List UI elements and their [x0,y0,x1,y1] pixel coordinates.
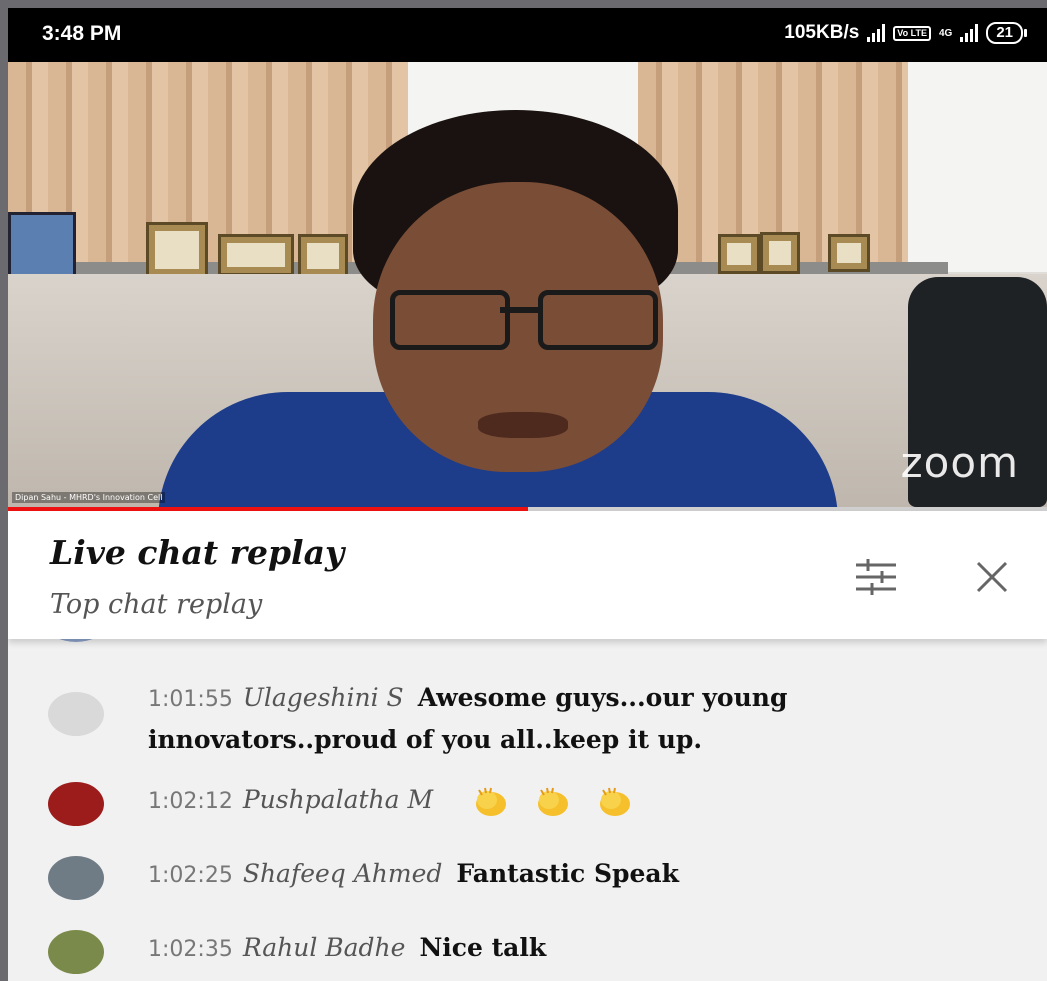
volte-icon: Vo LTE [893,25,931,41]
message-time: 1:02:35 [148,937,233,962]
glasses-bridge [500,307,538,313]
chat-messages[interactable]: 1:01:55 Ulageshini S Awesome guys...our yo… [8,610,1047,981]
award-frame-5 [760,232,800,274]
person-mouth [478,412,568,438]
glasses-left [390,290,510,350]
clapping-hands-icon [538,787,569,816]
network-speed: 105KB/s [784,22,860,43]
status-bar: 3:48 PM 105KB/s Vo LTE 4G 21 [8,8,1047,62]
clapping-hands-icon [447,785,633,816]
screen: 3:48 PM 105KB/s Vo LTE 4G 21 zoom Dipan … [8,8,1047,981]
avatar [48,782,104,826]
battery-icon: 21 [986,22,1027,44]
message-author: Rahul Badhe [242,933,406,962]
signal-icon [867,24,886,42]
message-text: Fantastic Speak [456,859,679,888]
chat-header: Live chat replay Top chat replay [8,511,1047,639]
photo-frame [8,212,76,280]
message-text: Nice talk [419,933,547,962]
close-icon[interactable] [968,555,1016,599]
message-time: 1:02:25 [148,863,233,888]
award-frame-1 [146,222,208,278]
video-player[interactable]: zoom Dipan Sahu - MHRD's Innovation Cell [8,62,1047,507]
message-time: 1:02:12 [148,789,233,814]
award-frame-6 [828,234,870,272]
message-author: Pushpalatha M [242,785,434,814]
chat-title: Live chat replay [50,533,345,572]
message-time: 1:01:55 [148,687,233,712]
award-frame-3 [298,234,348,278]
zoom-watermark: zoom [900,438,1019,487]
network-type: 4G [938,27,953,39]
avatar [48,856,104,900]
avatar [48,930,104,974]
clapping-hands-icon [476,787,507,816]
status-time: 3:48 PM [42,22,122,45]
award-frame-4 [718,234,760,274]
clapping-hands-icon [600,787,631,816]
message-author: Shafeeq Ahmed [242,859,443,888]
chat-mode-selector[interactable]: Top chat replay [50,589,262,620]
tune-icon[interactable] [848,557,902,597]
wall-right [908,62,1047,272]
avatar [48,692,104,736]
award-frame-2 [218,234,294,276]
participant-caption: Dipan Sahu - MHRD's Innovation Cell [12,492,166,503]
message-author: Ulageshini S [242,683,404,712]
signal-icon-2 [960,24,979,42]
status-icons: 105KB/s Vo LTE 4G 21 [784,22,1027,44]
glasses-right [538,290,658,350]
